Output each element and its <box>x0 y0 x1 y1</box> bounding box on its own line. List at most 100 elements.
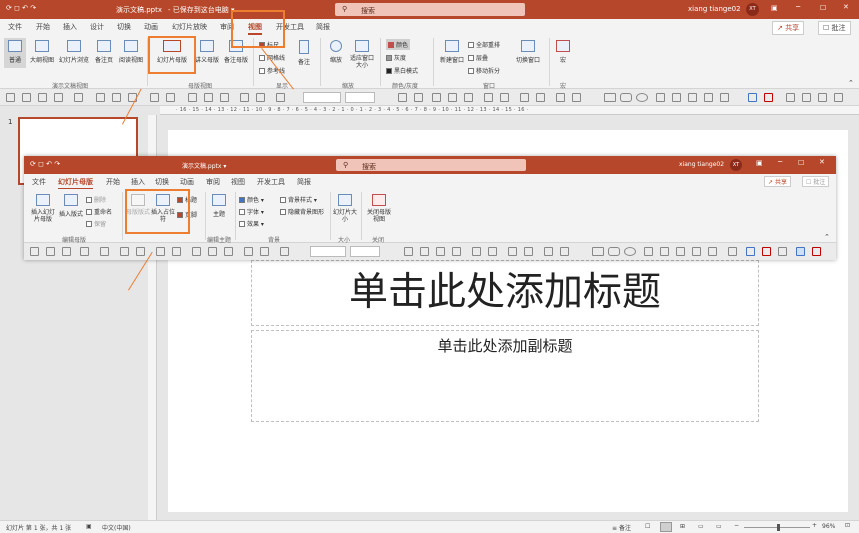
indent-icon[interactable] <box>276 93 285 102</box>
ellipse-icon[interactable] <box>636 93 648 102</box>
close-master-view-button[interactable]: 关闭母版视图 <box>365 194 393 223</box>
zoom-button[interactable]: 缩放 <box>325 40 347 64</box>
new-window-button[interactable]: 新建窗口 <box>438 40 466 64</box>
macros-button[interactable]: 宏 <box>554 40 572 64</box>
collapse-ribbon-icon[interactable]: ⌃ <box>848 79 854 87</box>
rounded-rect-icon[interactable] <box>608 247 620 256</box>
fit-slide-icon[interactable]: ⊡ <box>845 522 850 529</box>
ellipse-icon[interactable] <box>624 247 636 256</box>
font-color-icon[interactable] <box>484 93 493 102</box>
share-button[interactable]: ↗ 共享 <box>772 21 805 35</box>
pen-icon[interactable] <box>46 247 55 256</box>
shape-icon[interactable] <box>720 93 729 102</box>
pen-icon[interactable] <box>62 247 71 256</box>
size-dropdown[interactable] <box>350 246 380 257</box>
effects-icon[interactable] <box>802 93 811 102</box>
tab-animations[interactable]: 动画 <box>144 22 158 32</box>
chart-icon[interactable] <box>166 93 175 102</box>
table-icon[interactable] <box>156 247 165 256</box>
shape-icon[interactable] <box>644 247 653 256</box>
tab-insert[interactable]: 插入 <box>131 177 145 187</box>
font-color-icon[interactable] <box>500 93 509 102</box>
background-styles-dropdown[interactable]: 背景样式 ▾ <box>280 195 317 204</box>
text-icon[interactable] <box>398 93 407 102</box>
size-dropdown[interactable] <box>345 92 375 103</box>
overlay-avatar[interactable]: XT <box>730 159 742 171</box>
align-right-icon[interactable] <box>464 93 473 102</box>
zoom-level[interactable]: 96% <box>822 523 835 530</box>
maximize-icon[interactable]: ☐ <box>798 159 804 167</box>
zoom-out-icon[interactable]: − <box>734 522 739 529</box>
title-placeholder[interactable]: 单击此处添加标题 <box>251 260 759 326</box>
avatar[interactable]: XT <box>746 3 759 16</box>
overlay-search-box[interactable]: ⚲ 搜索 <box>336 159 526 171</box>
list-icon[interactable] <box>240 93 249 102</box>
align-icon[interactable] <box>74 93 83 102</box>
preserve-button[interactable]: 保留 <box>86 219 106 228</box>
user-name[interactable]: xiang tiange02 <box>688 5 741 13</box>
rectangle-icon[interactable] <box>592 247 604 256</box>
effects-dropdown[interactable]: 效果 ▾ <box>239 219 264 228</box>
insert-slide-master-button[interactable]: 插入幻灯片母版 <box>29 194 57 223</box>
align-center-icon[interactable] <box>436 247 445 256</box>
collapse-ribbon-icon[interactable]: ⌃ <box>824 233 830 241</box>
format-icon[interactable] <box>120 247 129 256</box>
overlay-comments-button[interactable]: ☐ 批注 <box>802 176 830 187</box>
slideshow-status-icon[interactable]: ▭ <box>716 523 722 530</box>
normal-view-status-icon[interactable] <box>660 522 672 532</box>
shape-icon[interactable] <box>524 247 533 256</box>
shape-icon[interactable] <box>660 247 669 256</box>
normal-view-button[interactable]: 普通 <box>4 38 26 68</box>
reading-view-button[interactable]: 阅读视图 <box>117 40 145 64</box>
shape-icon[interactable] <box>708 247 717 256</box>
format-icon[interactable] <box>96 93 105 102</box>
minimize-icon[interactable]: ─ <box>796 3 800 11</box>
delete-button[interactable]: 删除 <box>86 195 106 204</box>
tab-developer[interactable]: 开发工具 <box>257 177 285 187</box>
fill-icon[interactable] <box>748 93 757 102</box>
tab-animations[interactable]: 动画 <box>180 177 194 187</box>
rename-button[interactable]: 重命名 <box>86 207 112 216</box>
handout-master-button[interactable]: 讲义母版 <box>194 40 220 64</box>
rounded-rect-icon[interactable] <box>620 93 632 102</box>
outline-view-button[interactable]: 大纲视图 <box>28 40 56 64</box>
font-color-icon[interactable] <box>488 247 497 256</box>
shape-icon[interactable] <box>656 93 665 102</box>
cascade-button[interactable]: 层叠 <box>468 53 488 62</box>
list-icon[interactable] <box>256 93 265 102</box>
color-button[interactable]: 颜色 <box>386 39 411 50</box>
font-dropdown[interactable] <box>303 92 341 103</box>
tab-file[interactable]: 文件 <box>32 177 46 187</box>
list-icon[interactable] <box>260 247 269 256</box>
fit-to-window-button[interactable]: 适应窗口大小 <box>348 40 376 69</box>
italic-icon[interactable] <box>208 247 217 256</box>
tab-home[interactable]: 开始 <box>36 22 50 32</box>
chart-icon[interactable] <box>172 247 181 256</box>
shape-icon[interactable] <box>728 247 737 256</box>
align-left-icon[interactable] <box>420 247 429 256</box>
shape-icon[interactable] <box>704 93 713 102</box>
fonts-dropdown[interactable]: 字体 ▾ <box>239 207 264 216</box>
font-dropdown[interactable] <box>310 246 346 257</box>
shape-icon[interactable] <box>688 93 697 102</box>
comments-toggle-icon[interactable]: ☐ <box>645 523 650 530</box>
notes-button[interactable]: 备注 <box>293 40 315 66</box>
zoom-slider-thumb[interactable] <box>777 524 780 531</box>
delete-shape-icon[interactable] <box>812 247 821 256</box>
tab-design[interactable]: 设计 <box>90 22 104 32</box>
minimize-icon[interactable]: ─ <box>778 158 782 166</box>
align-left-icon[interactable] <box>432 93 441 102</box>
shape-icon[interactable] <box>672 93 681 102</box>
tab-briefing[interactable]: 简报 <box>316 22 330 32</box>
ribbon-display-icon[interactable]: ▣ <box>771 4 778 12</box>
rectangle-icon[interactable] <box>604 93 616 102</box>
text-icon[interactable] <box>404 247 413 256</box>
tab-insert[interactable]: 插入 <box>63 22 77 32</box>
ribbon-display-icon[interactable]: ▣ <box>756 159 763 167</box>
search-box[interactable]: ⚲ 搜索 <box>335 3 525 16</box>
zoom-in-icon[interactable]: + <box>812 522 817 529</box>
indent-icon[interactable] <box>280 247 289 256</box>
shape-icon[interactable] <box>536 93 545 102</box>
overlay-share-button[interactable]: ↗ 共享 <box>764 176 791 187</box>
text-icon[interactable] <box>414 93 423 102</box>
